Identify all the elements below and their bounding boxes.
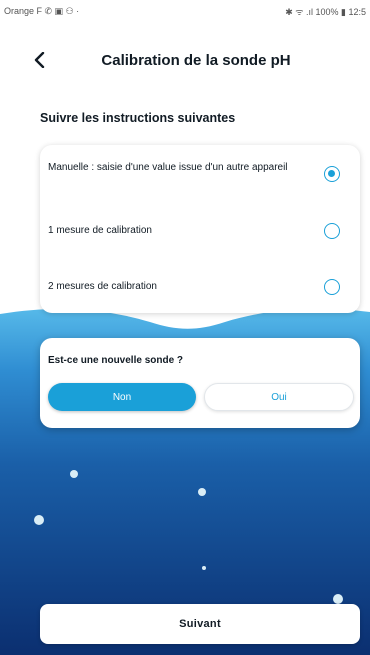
bubble-decoration (70, 470, 78, 478)
bubble-decoration (333, 594, 343, 604)
radio-icon[interactable] (324, 279, 340, 295)
status-indicators: ✱ ᯤ .ıl 100% ▮ 12:5 (285, 6, 366, 17)
bubble-decoration (202, 566, 206, 570)
new-probe-question-card: Est-ce une nouvelle sonde ? Non Oui (40, 338, 360, 428)
yes-button[interactable]: Oui (204, 383, 354, 411)
status-carrier: Orange F ✆ ▣ ⚇ · (4, 5, 80, 16)
bubble-decoration (34, 515, 44, 525)
app-screen: Orange F ✆ ▣ ⚇ · ✱ ᯤ .ıl 100% ▮ 12:5 Cal… (0, 0, 370, 655)
option-manual[interactable]: Manuelle : saisie d'une value issue d'un… (40, 159, 360, 189)
radio-selected-icon[interactable] (324, 166, 340, 182)
radio-icon[interactable] (324, 223, 340, 239)
option-label: Manuelle : saisie d'une value issue d'un… (48, 162, 288, 173)
option-label: 2 mesures de calibration (48, 281, 157, 292)
instructions-title: Suivre les instructions suivantes (40, 111, 236, 125)
status-bar: Orange F ✆ ▣ ⚇ · ✱ ᯤ .ıl 100% ▮ 12:5 (0, 0, 370, 22)
bubble-decoration (198, 488, 206, 496)
option-single-measure[interactable]: 1 mesure de calibration (40, 219, 360, 243)
option-double-measure[interactable]: 2 mesures de calibration (40, 275, 360, 299)
header: Calibration de la sonde pH (0, 42, 370, 78)
question-label: Est-ce une nouvelle sonde ? (48, 355, 184, 366)
calibration-options-card: Manuelle : saisie d'une value issue d'un… (40, 145, 360, 313)
next-button[interactable]: Suivant (40, 604, 360, 644)
option-label: 1 mesure de calibration (48, 225, 152, 236)
no-button[interactable]: Non (48, 383, 196, 411)
page-title: Calibration de la sonde pH (101, 52, 291, 69)
